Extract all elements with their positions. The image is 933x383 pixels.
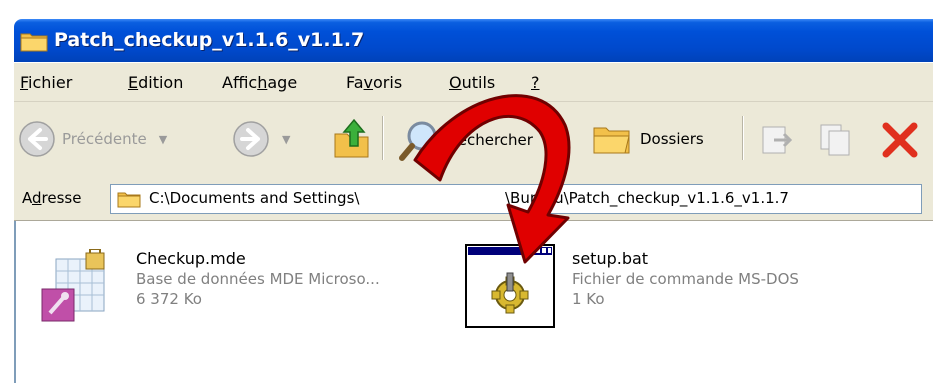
forward-arrow-icon — [233, 121, 269, 157]
file-size: 6 372 Ko — [136, 290, 202, 308]
menu-bar: Fichier Edition Affichage Favoris Outils… — [14, 63, 933, 102]
menu-help[interactable]: ? — [531, 73, 540, 92]
toolbar-separator — [382, 116, 384, 160]
copy-to-icon — [820, 124, 850, 156]
batch-file-icon — [465, 244, 555, 328]
access-mde-icon — [41, 249, 105, 322]
file-name: setup.bat — [572, 249, 649, 268]
move-to-icon — [762, 126, 793, 154]
address-field[interactable]: C:\Documents and Settings\ \Bureau\Patch… — [110, 184, 922, 214]
up-folder-button[interactable] — [332, 116, 372, 160]
back-label: Précédente — [62, 130, 147, 148]
menu-outils[interactable]: Outils — [449, 73, 495, 92]
up-folder-icon — [334, 118, 369, 158]
move-to-button[interactable] — [760, 122, 796, 158]
title-bar[interactable]: Patch_checkup_v1.1.6_v1.1.7 — [14, 19, 933, 62]
toolbar: Précédente ▼ ▼ Rechercher Dossiers — [14, 102, 933, 179]
address-bar: Adresse C:\Documents and Settings\ \Bure… — [14, 178, 933, 221]
window-title: Patch_checkup_v1.1.6_v1.1.7 — [54, 29, 365, 51]
explorer-window: Patch_checkup_v1.1.6_v1.1.7 Fichier Edit… — [0, 0, 933, 383]
folder-icon — [117, 192, 141, 208]
address-path-start: C:\Documents and Settings\ — [149, 189, 360, 207]
menu-favoris[interactable]: Favoris — [346, 73, 402, 92]
address-label: Adresse — [22, 189, 82, 207]
menu-affichage[interactable]: Affichage — [222, 73, 297, 92]
file-view: Checkup.mde Base de données MDE Microso.… — [14, 221, 933, 383]
folders-button[interactable]: Dossiers — [592, 120, 704, 158]
address-path-end: \Bureau\Patch_checkup_v1.1.6_v1.1.7 — [505, 189, 789, 207]
back-button[interactable]: Précédente ▼ — [18, 120, 167, 158]
search-label: Rechercher — [448, 131, 533, 149]
forward-button[interactable]: ▼ — [232, 120, 290, 158]
forward-dropdown-icon[interactable]: ▼ — [282, 133, 290, 146]
delete-x-icon — [882, 122, 918, 158]
file-description: Base de données MDE Microso... — [136, 270, 380, 288]
menu-fichier[interactable]: Fichier — [20, 73, 72, 92]
copy-to-button[interactable] — [818, 122, 854, 158]
search-icon — [399, 121, 437, 161]
delete-button[interactable] — [880, 120, 920, 160]
file-description: Fichier de commande MS-DOS — [572, 270, 799, 288]
file-size: 1 Ko — [572, 290, 605, 308]
search-button[interactable]: Rechercher — [398, 118, 533, 162]
back-dropdown-icon[interactable]: ▼ — [159, 133, 167, 146]
toolbar-separator — [742, 116, 744, 160]
menu-edition[interactable]: Edition — [128, 73, 183, 92]
folders-label: Dossiers — [640, 130, 704, 148]
folders-icon — [593, 127, 630, 154]
back-arrow-icon — [19, 121, 55, 157]
folder-icon — [20, 33, 48, 52]
file-name: Checkup.mde — [136, 249, 246, 268]
